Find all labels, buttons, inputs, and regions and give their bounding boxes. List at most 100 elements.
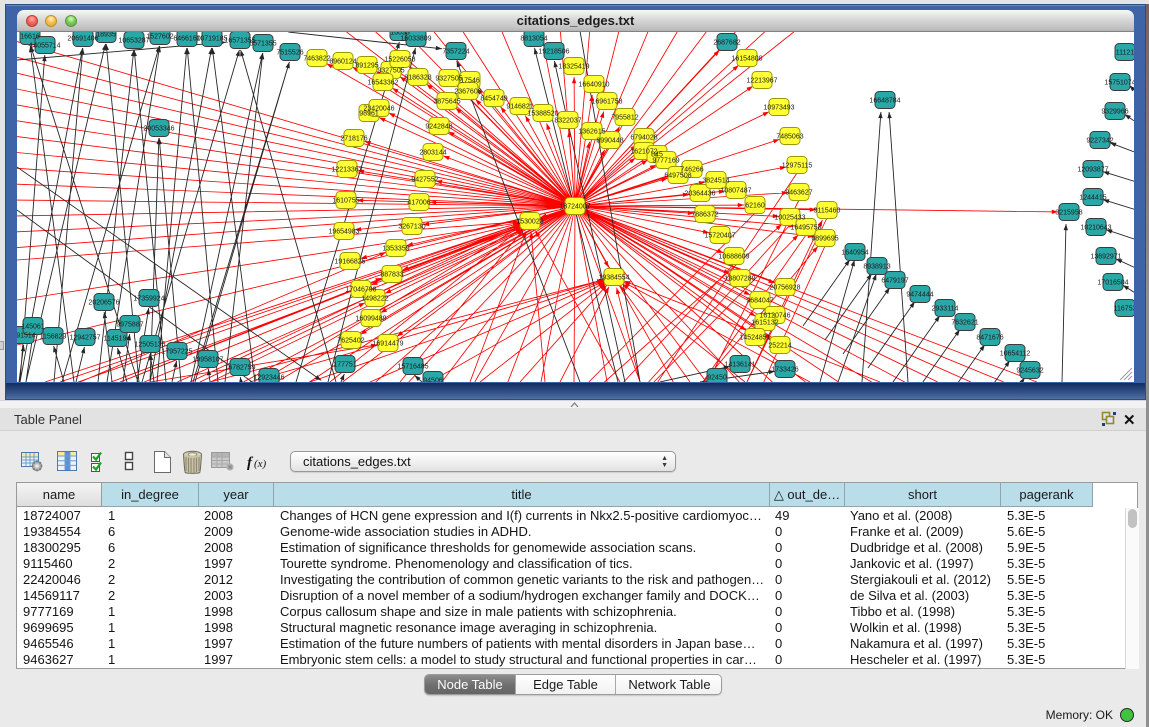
svg-text:16648784: 16648784	[869, 98, 900, 105]
svg-text:7485063: 7485063	[776, 134, 803, 141]
svg-text:15226058: 15226058	[384, 57, 415, 64]
svg-text:17359924: 17359924	[133, 296, 164, 303]
svg-text:9245632: 9245632	[1016, 368, 1043, 375]
svg-text:14055714: 14055714	[29, 43, 60, 50]
svg-text:3267130: 3267130	[398, 224, 425, 231]
svg-text:16495758: 16495758	[790, 225, 821, 232]
svg-text:20756928: 20756928	[769, 285, 800, 292]
svg-text:3875645: 3875645	[433, 99, 460, 106]
svg-text:10654112: 10654112	[1000, 351, 1031, 358]
svg-text:9115460: 9115460	[814, 208, 841, 215]
svg-text:10688609: 10688609	[718, 254, 749, 261]
svg-text:18935: 18935	[96, 32, 116, 39]
svg-text:17016504: 17016504	[1097, 280, 1128, 287]
svg-text:16640910: 16640910	[578, 82, 609, 89]
svg-text:23420046: 23420046	[363, 106, 394, 113]
svg-text:18807289: 18807289	[724, 276, 755, 283]
svg-text:1353359: 1353359	[382, 246, 409, 253]
svg-text:16616: 16616	[20, 34, 40, 41]
svg-text:18325419: 18325419	[558, 64, 589, 71]
svg-text:10719185: 10719185	[196, 36, 227, 43]
svg-text:12975115: 12975115	[782, 163, 813, 170]
svg-text:252214: 252214	[768, 343, 791, 350]
svg-text:12213363: 12213363	[331, 167, 362, 174]
svg-text:94506: 94506	[423, 378, 443, 383]
svg-text:1610755: 1610755	[332, 198, 359, 205]
svg-text:887833: 887833	[380, 272, 403, 279]
svg-text:8990448: 8990448	[596, 138, 623, 145]
svg-text:1530023: 1530023	[516, 219, 543, 226]
svg-text:17957225: 17957225	[161, 349, 192, 356]
svg-text:15720407: 15720407	[704, 233, 735, 240]
svg-text:8454749: 8454749	[480, 96, 507, 103]
svg-text:3215958: 3215958	[1055, 210, 1082, 217]
svg-text:9474444: 9474444	[906, 292, 933, 299]
svg-text:16961758: 16961758	[591, 99, 622, 106]
svg-text:8186328: 8186328	[404, 75, 431, 82]
svg-text:1362615: 1362615	[578, 129, 605, 136]
svg-text:12923446: 12923446	[253, 375, 284, 382]
svg-text:1156829: 1156829	[40, 334, 67, 341]
svg-text:1527602: 1527602	[146, 34, 173, 41]
svg-text:20691406: 20691406	[67, 36, 98, 43]
svg-text:19654983: 19654983	[328, 229, 359, 236]
svg-text:16033809: 16033809	[400, 36, 431, 43]
svg-text:6497508: 6497508	[664, 173, 691, 180]
svg-text:8471676: 8471676	[976, 335, 1003, 342]
svg-text:19384554: 19384554	[598, 275, 629, 282]
svg-text:16120746: 16120746	[759, 313, 790, 320]
svg-text:f: f	[247, 455, 254, 471]
svg-text:7632621: 7632621	[951, 320, 978, 327]
svg-text:9227342: 9227342	[1086, 138, 1113, 145]
svg-text:16154808: 16154808	[731, 56, 762, 63]
svg-text:19166825: 19166825	[334, 259, 365, 266]
svg-text:1244415: 1244415	[1079, 195, 1106, 202]
svg-text:746266: 746266	[680, 167, 703, 174]
svg-text:10210643: 10210643	[1080, 225, 1111, 232]
svg-text:9684047: 9684047	[746, 298, 773, 305]
svg-text:19218506: 19218506	[538, 49, 569, 56]
svg-text:8322037: 8322037	[554, 118, 581, 125]
svg-text:2718176: 2718176	[340, 136, 367, 143]
svg-text:9327505: 9327505	[377, 68, 404, 75]
svg-text:13692971: 13692971	[1090, 254, 1121, 261]
svg-text:12505135: 12505135	[134, 342, 165, 349]
svg-text:19958107: 19958107	[192, 357, 223, 364]
svg-text:9975887: 9975887	[116, 322, 143, 329]
svg-text:92450: 92450	[707, 375, 727, 382]
svg-text:1615132: 1615132	[751, 320, 778, 327]
svg-text:9329966: 9329966	[1101, 109, 1128, 116]
svg-text:145061: 145061	[21, 324, 44, 331]
svg-text:20053346: 20053346	[143, 126, 174, 133]
svg-text:18724007: 18724007	[559, 204, 590, 211]
svg-text:16782759: 16782759	[224, 365, 255, 372]
svg-text:8960124: 8960124	[329, 59, 356, 66]
svg-text:2687682: 2687682	[713, 40, 740, 47]
svg-text:6794028: 6794028	[630, 135, 657, 142]
svg-text:891295: 891295	[355, 63, 378, 70]
svg-text:7357224: 7357224	[442, 49, 469, 56]
svg-text:8813054: 8813054	[520, 36, 547, 43]
svg-text:1733426: 1733426	[771, 367, 798, 374]
svg-text:1145194: 1145194	[104, 336, 131, 343]
svg-text:10653287: 10653287	[118, 38, 149, 45]
svg-text:9427552: 9427552	[411, 177, 438, 184]
svg-text:9327505: 9327505	[435, 76, 462, 83]
svg-text:6899695: 6899695	[811, 236, 838, 243]
svg-text:9463627: 9463627	[785, 190, 812, 197]
svg-text:11121: 11121	[1116, 50, 1134, 57]
svg-text:10025433: 10025433	[774, 215, 805, 222]
svg-text:177751: 177751	[333, 362, 356, 369]
svg-text:9242848: 9242848	[425, 124, 452, 131]
svg-text:7463822: 7463822	[303, 56, 330, 63]
svg-text:12213967: 12213967	[746, 78, 777, 85]
svg-text:7515526: 7515526	[276, 50, 303, 57]
svg-text:2933114: 2933114	[932, 306, 959, 313]
svg-text:62160: 62160	[745, 203, 765, 210]
svg-text:14524851: 14524851	[739, 335, 770, 342]
svg-text:20364436: 20364436	[684, 191, 715, 198]
svg-text:2803144: 2803144	[419, 150, 446, 157]
svg-text:1498222: 1498222	[361, 296, 388, 303]
svg-text:16099489: 16099489	[355, 316, 386, 323]
svg-text:16914479: 16914479	[372, 341, 403, 348]
